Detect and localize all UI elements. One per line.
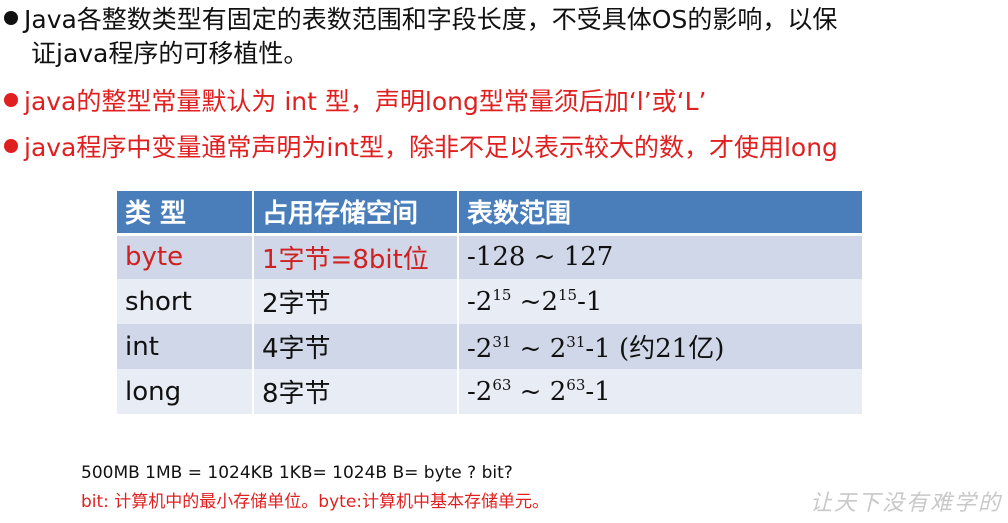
bit-byte-definition: bit: 计算机中的最小存储单位。byte:计算机中基本存储单元。 bbox=[81, 492, 550, 512]
table-row: byte 1字节=8bit位 -128 ~ 127 bbox=[117, 234, 862, 279]
header-type: 类 型 bbox=[117, 191, 254, 236]
cell-type: int bbox=[117, 324, 254, 369]
table-row: short 2字节 -215 ~215-1 bbox=[117, 279, 862, 324]
bullet-text-continued: 证java程序的可移植性。 bbox=[31, 39, 309, 68]
cell-size: 2字节 bbox=[253, 279, 459, 324]
cell-type: long bbox=[117, 369, 254, 414]
bullet-text: java的整型常量默认为 int 型，声明long型常量须后加‘l’或‘L’ bbox=[24, 87, 707, 116]
table-row: int 4字节 -231 ~ 231-1 (约21亿) bbox=[117, 324, 862, 369]
header-size: 占用存储空间 bbox=[253, 191, 459, 236]
cell-range: -215 ~215-1 bbox=[467, 285, 603, 317]
bullet-use-long: java程序中变量通常声明为int型，除非不足以表示较大的数，才使用long bbox=[4, 130, 838, 166]
cell-size: 4字节 bbox=[253, 324, 459, 369]
cell-size: 1字节=8bit位 bbox=[253, 234, 459, 279]
bullet-dot-icon bbox=[4, 93, 18, 107]
bullet-default-int: java的整型常量默认为 int 型，声明long型常量须后加‘l’或‘L’ bbox=[4, 84, 707, 120]
table-header-row: 类 型 占用存储空间 表数范围 bbox=[117, 191, 862, 236]
cell-range: -231 ~ 231-1 (约21亿) bbox=[467, 333, 725, 364]
table-row: long 8字节 -263 ~ 263-1 bbox=[117, 369, 862, 414]
bullet-portability: Java各整数类型有固定的表数范围和字段长度，不受具体OS的影响，以保 bbox=[4, 2, 837, 38]
cell-range: -263 ~ 263-1 bbox=[467, 375, 611, 407]
bullet-dot-icon bbox=[4, 11, 18, 25]
cell-type: short bbox=[117, 279, 254, 324]
bullet-text: Java各整数类型有固定的表数范围和字段长度，不受具体OS的影响，以保 bbox=[24, 5, 838, 34]
bullet-text: java程序中变量通常声明为int型，除非不足以表示较大的数，才使用long bbox=[24, 133, 838, 162]
cell-range: -128 ~ 127 bbox=[467, 242, 614, 273]
watermark: 让天下没有难学的 bbox=[809, 491, 1002, 516]
cell-type: byte bbox=[117, 234, 254, 279]
header-range: 表数范围 bbox=[458, 191, 862, 236]
bullet-dot-icon bbox=[4, 139, 18, 153]
storage-units-note: 500MB 1MB = 1024KB 1KB= 1024B B= byte ? … bbox=[81, 463, 513, 483]
cell-size: 8字节 bbox=[253, 369, 459, 414]
integer-types-table: 类 型 占用存储空间 表数范围 byte 1字节=8bit位 -128 ~ 12… bbox=[117, 191, 862, 414]
